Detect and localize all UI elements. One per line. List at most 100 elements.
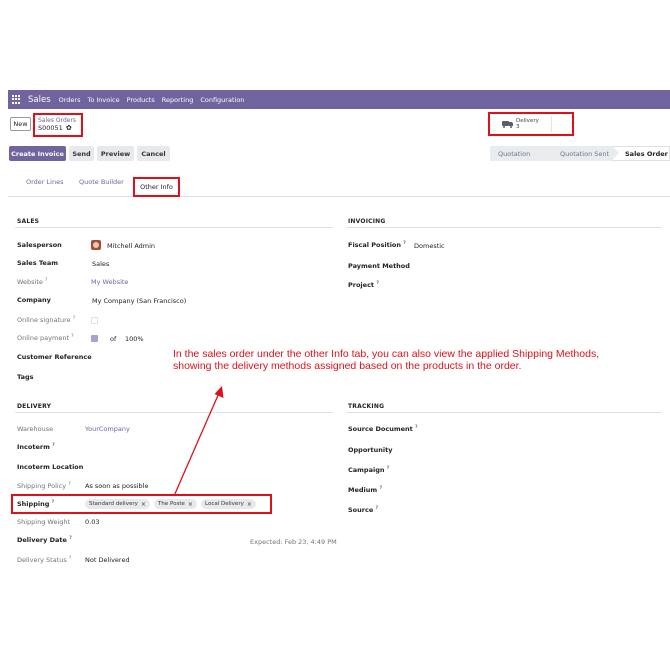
warehouse-field[interactable]: YourCompany	[85, 425, 130, 433]
delivery-status-field: Not Delivered	[85, 556, 130, 564]
apps-grid-icon[interactable]	[12, 94, 22, 105]
online-payment-label-text: Online payment	[17, 334, 69, 343]
online-signature-label: Online signature ?	[17, 316, 75, 324]
delivery-smart-button-highlight: Delivery 3	[488, 112, 574, 136]
remove-tag-icon[interactable]: ×	[247, 501, 252, 508]
stage-sales-order[interactable]: Sales Order	[612, 146, 670, 161]
online-signature-label-text: Online signature	[17, 316, 71, 325]
status-bar: Quotation Quotation Sent Sales Order	[490, 146, 670, 161]
create-invoice-button[interactable]: Create Invoice	[9, 146, 66, 161]
delivery-status-help-icon[interactable]: ?	[69, 556, 71, 561]
customer-reference-label: Customer Reference	[17, 353, 92, 361]
shipping-weight-field: 0.03	[85, 518, 100, 526]
online-payment-checkbox[interactable]	[91, 335, 98, 342]
source-document-label: Source Document ?	[348, 425, 418, 433]
online-signature-checkbox[interactable]	[91, 317, 98, 324]
menu-reporting[interactable]: Reporting	[162, 96, 194, 104]
gear-icon[interactable]: ✿	[66, 124, 72, 132]
menu-orders[interactable]: Orders	[59, 96, 81, 104]
annotation-text: In the sales order under the other Info …	[173, 348, 653, 372]
source-document-help-icon[interactable]: ?	[415, 425, 418, 430]
website-label-text: Website	[17, 278, 43, 287]
website-field[interactable]: My Website	[91, 278, 128, 286]
online-payment-help-icon[interactable]: ?	[71, 334, 73, 339]
remove-tag-icon[interactable]: ×	[141, 501, 146, 508]
company-field[interactable]: My Company (San Francisco)	[92, 297, 186, 305]
website-label: Website ?	[17, 278, 47, 286]
new-button[interactable]: New	[10, 117, 31, 131]
shipping-policy-help-icon[interactable]: ?	[68, 482, 70, 487]
salesperson-label: Salesperson	[17, 241, 62, 249]
notebook-tabs: Order Lines Quote Builder Other Info	[8, 170, 670, 197]
annotation-line-1: In the sales order under the other Info …	[173, 348, 600, 360]
shipping-label: Shipping ?	[17, 500, 54, 508]
online-payment-label: Online payment ?	[17, 334, 73, 342]
remove-tag-icon[interactable]: ×	[188, 501, 193, 508]
stage-quotation-label: Quotation	[498, 149, 531, 158]
cancel-button[interactable]: Cancel	[137, 146, 170, 161]
stage-quotation[interactable]: Quotation	[490, 146, 555, 161]
menu-products[interactable]: Products	[127, 96, 155, 104]
incoterm-help-icon[interactable]: ?	[52, 443, 55, 448]
breadcrumb: Sales Orders S00051 ✿	[33, 113, 83, 137]
campaign-label: Campaign ?	[348, 466, 389, 474]
menu-to-invoice[interactable]: To Invoice	[87, 96, 119, 104]
shipping-policy-field[interactable]: As soon as possible	[85, 482, 148, 490]
avatar	[91, 240, 101, 250]
incoterm-label: Incoterm ?	[17, 443, 55, 451]
control-panel: New Sales Orders S00051 ✿ Delivery 3	[8, 111, 670, 139]
stage-quotation-sent-label: Quotation Sent	[560, 149, 610, 158]
project-label-text: Project	[348, 281, 375, 290]
source-help-icon[interactable]: ?	[376, 506, 379, 511]
shipping-tag-label: Standard delivery	[89, 501, 138, 507]
delivery-date-label-text: Delivery Date	[17, 536, 67, 545]
source-label: Source ?	[348, 506, 378, 514]
fiscal-position-field[interactable]: Domestic	[414, 242, 445, 250]
source-label-text: Source	[348, 506, 374, 515]
preview-button[interactable]: Preview	[97, 146, 134, 161]
fiscal-position-help-icon[interactable]: ?	[403, 241, 406, 246]
campaign-help-icon[interactable]: ?	[387, 466, 390, 471]
stage-quotation-sent[interactable]: Quotation Sent	[548, 146, 619, 161]
sales-section-title: SALES	[17, 218, 40, 225]
project-help-icon[interactable]: ?	[376, 281, 379, 286]
online-signature-help-icon[interactable]: ?	[73, 316, 75, 321]
stage-sales-order-label: Sales Order	[625, 149, 668, 158]
record-name: S00051 ✿	[38, 124, 78, 132]
invoicing-section-title: INVOICING	[348, 218, 386, 225]
company-label: Company	[17, 296, 51, 304]
tracking-section-title: TRACKING	[348, 403, 385, 410]
record-name-text: S00051	[38, 124, 63, 132]
website-help-icon[interactable]: ?	[45, 278, 47, 283]
delivery-section-title: DELIVERY	[17, 403, 52, 410]
shipping-tag-the-poste: The Poste ×	[154, 499, 197, 509]
shipping-policy-label-text: Shipping Policy	[17, 482, 67, 491]
truck-icon	[502, 120, 513, 128]
salesperson-field[interactable]: Mitchell Admin	[107, 242, 155, 250]
menu-configuration[interactable]: Configuration	[200, 96, 244, 104]
send-button[interactable]: Send	[69, 146, 94, 161]
shipping-label-text: Shipping	[17, 500, 50, 509]
tab-quote-builder[interactable]: Quote Builder	[79, 178, 124, 186]
app-name[interactable]: Sales	[28, 95, 51, 105]
delivery-date-help-icon[interactable]: ?	[69, 536, 72, 541]
sales-team-field[interactable]: Sales	[92, 260, 109, 268]
annotation-line-2: showing the delivery methods assigned ba…	[173, 360, 522, 372]
delivery-status-label-text: Delivery Status	[17, 556, 67, 565]
shipping-tag-local-delivery: Local Delivery ×	[201, 499, 256, 509]
medium-help-icon[interactable]: ?	[379, 486, 382, 491]
breadcrumb-sales-orders[interactable]: Sales Orders	[38, 117, 78, 124]
delivery-status-label: Delivery Status ?	[17, 556, 71, 564]
online-payment-percent[interactable]: 100%	[125, 335, 144, 343]
tracking-section-divider	[346, 412, 662, 413]
tab-other-info[interactable]: Other Info	[133, 177, 180, 197]
shipping-tag-standard-delivery: Standard delivery ×	[85, 499, 150, 509]
sales-team-label: Sales Team	[17, 259, 58, 267]
project-label: Project ?	[348, 281, 379, 289]
shipping-tag-label: The Poste	[158, 501, 185, 507]
medium-label-text: Medium	[348, 486, 378, 495]
delivery-smart-button[interactable]: Delivery 3	[502, 116, 552, 132]
invoicing-section-divider	[346, 227, 662, 228]
tab-order-lines[interactable]: Order Lines	[26, 178, 63, 186]
shipping-help-icon[interactable]: ?	[52, 500, 55, 505]
